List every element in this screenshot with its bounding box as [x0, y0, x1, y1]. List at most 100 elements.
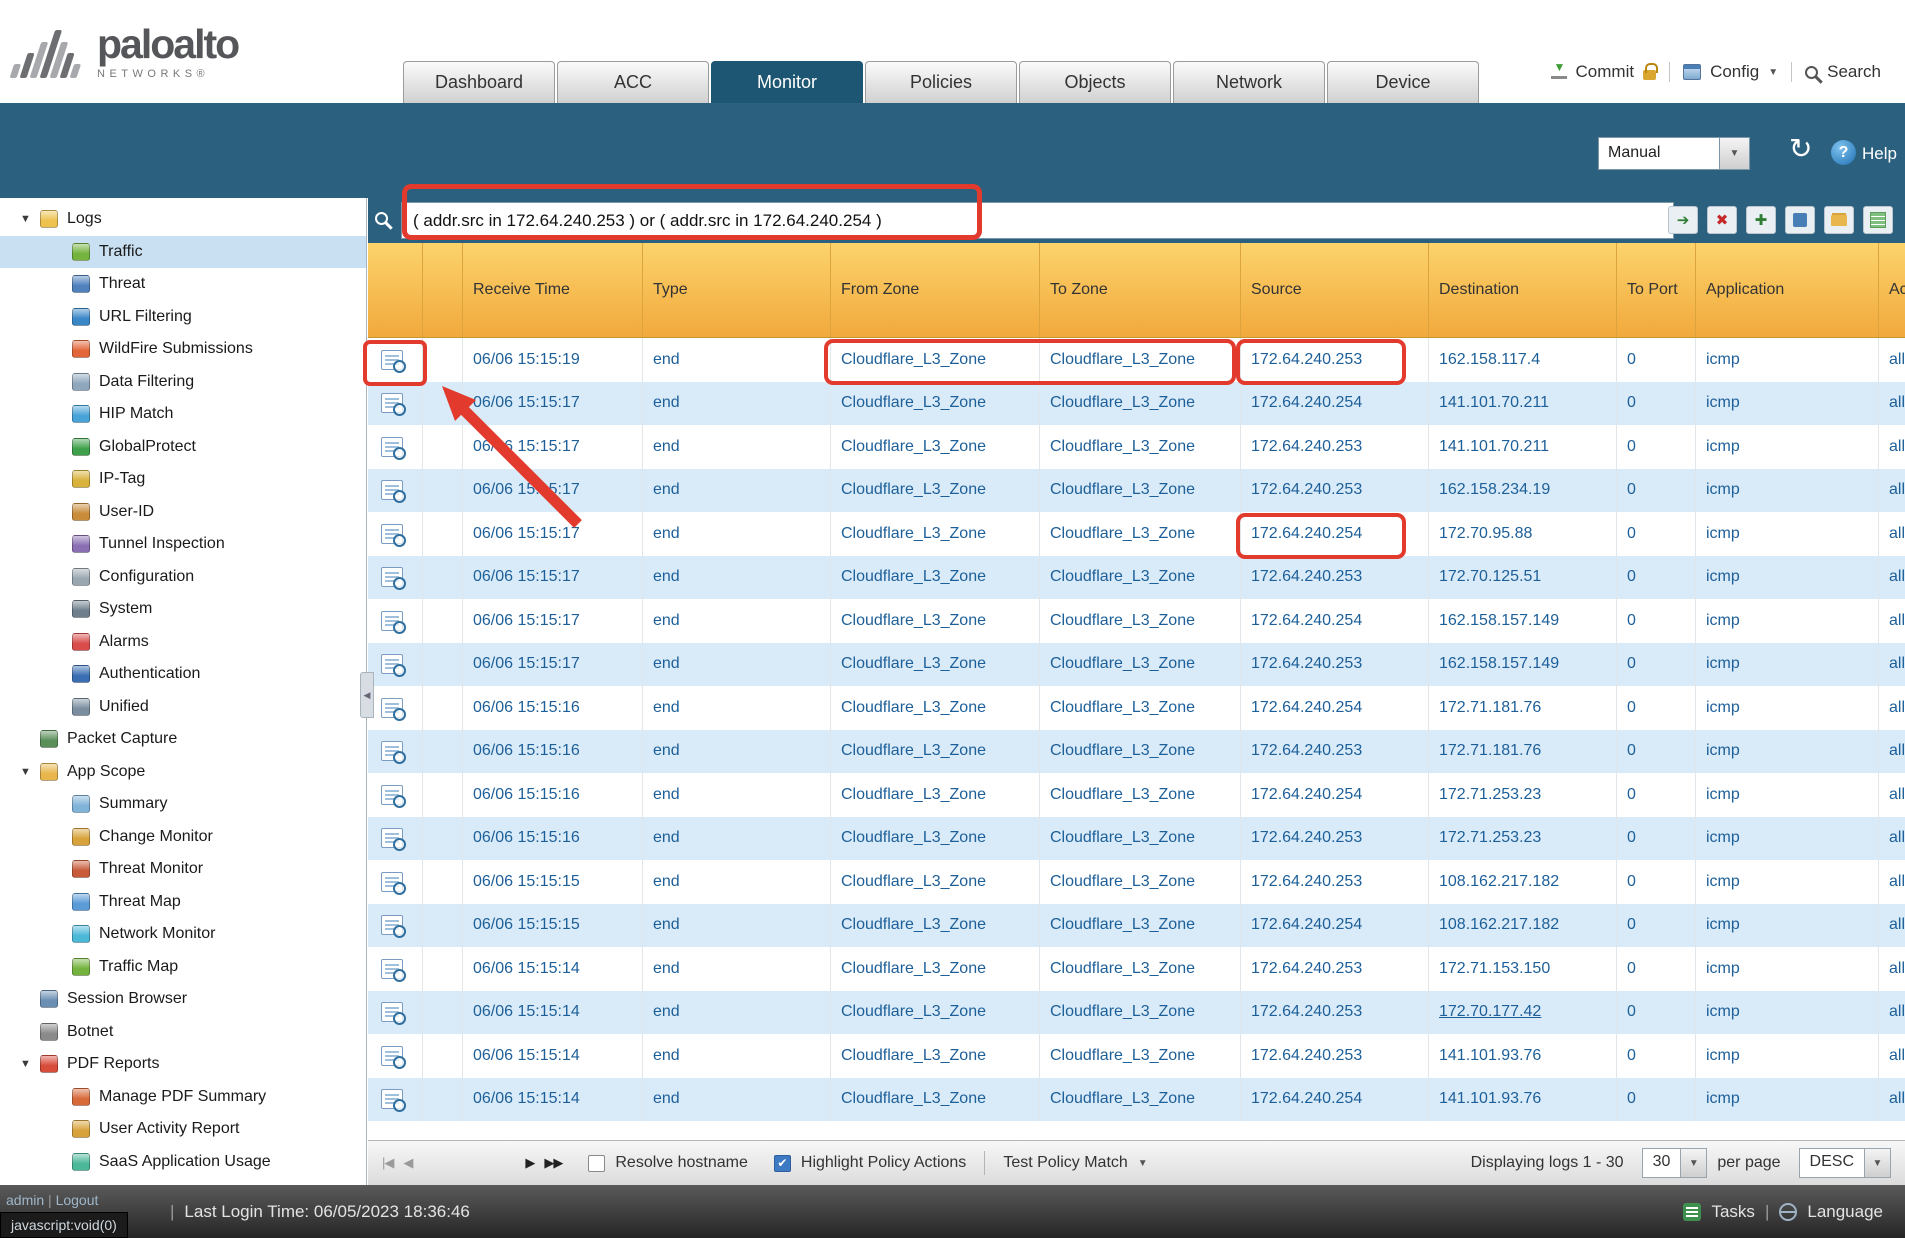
- log-detail-icon[interactable]: [381, 567, 403, 587]
- expand-arrow-icon[interactable]: ▼: [20, 766, 40, 778]
- sidebar-item[interactable]: Session Browser: [0, 983, 366, 1016]
- search-button[interactable]: Search: [1827, 62, 1881, 82]
- nav-tab[interactable]: Device: [1327, 61, 1479, 103]
- cell-destination[interactable]: 141.101.93.76: [1429, 1034, 1617, 1078]
- nav-tab[interactable]: Objects: [1019, 61, 1171, 103]
- column-header-type[interactable]: Type: [643, 243, 831, 337]
- export-icon[interactable]: [1863, 206, 1893, 234]
- sidebar-item[interactable]: Change Monitor: [0, 821, 366, 854]
- cell-destination[interactable]: 172.71.181.76: [1429, 730, 1617, 774]
- sidebar-item[interactable]: ▼ PDF Reports: [0, 1048, 366, 1081]
- sidebar-item[interactable]: SaaS Application Usage: [0, 1146, 366, 1179]
- sort-order-dropdown-button[interactable]: ▼: [1865, 1148, 1891, 1178]
- table-row[interactable]: 06/06 15:15:17 end Cloudflare_L3_Zone Cl…: [368, 382, 1905, 426]
- sidebar-item[interactable]: WildFire Submissions: [0, 333, 366, 366]
- add-filter-icon[interactable]: ✚: [1746, 206, 1776, 234]
- save-filter-icon[interactable]: [1785, 206, 1815, 234]
- table-row[interactable]: 06/06 15:15:14 end Cloudflare_L3_Zone Cl…: [368, 947, 1905, 991]
- log-detail-icon[interactable]: [381, 1089, 403, 1109]
- sidebar-item[interactable]: Network Monitor: [0, 918, 366, 951]
- table-row[interactable]: 06/06 15:15:14 end Cloudflare_L3_Zone Cl…: [368, 1078, 1905, 1122]
- clear-filter-icon[interactable]: ✖: [1707, 206, 1737, 234]
- log-detail-icon[interactable]: [381, 350, 403, 370]
- per-page-dropdown-button[interactable]: ▼: [1681, 1148, 1707, 1178]
- log-detail-icon[interactable]: [381, 872, 403, 892]
- sidebar-item[interactable]: Threat Monitor: [0, 853, 366, 886]
- table-row[interactable]: 06/06 15:15:14 end Cloudflare_L3_Zone Cl…: [368, 991, 1905, 1035]
- refresh-mode-select[interactable]: Manual ▼: [1598, 137, 1750, 170]
- table-row[interactable]: 06/06 15:15:16 end Cloudflare_L3_Zone Cl…: [368, 730, 1905, 774]
- table-row[interactable]: 06/06 15:15:17 end Cloudflare_L3_Zone Cl…: [368, 469, 1905, 513]
- cell-destination[interactable]: 162.158.157.149: [1429, 599, 1617, 643]
- column-header-destination[interactable]: Destination: [1429, 243, 1617, 337]
- nav-tab[interactable]: ACC: [557, 61, 709, 103]
- expand-arrow-icon[interactable]: ▼: [20, 1058, 40, 1070]
- sidebar-item[interactable]: User-ID: [0, 496, 366, 529]
- sidebar-item[interactable]: ▼ Logs: [0, 203, 366, 236]
- first-page-button[interactable]: |◀: [382, 1155, 393, 1171]
- log-detail-icon[interactable]: [381, 524, 403, 544]
- cell-destination[interactable]: 172.70.177.42: [1429, 991, 1617, 1035]
- cell-destination[interactable]: 162.158.157.149: [1429, 643, 1617, 687]
- sidebar-item[interactable]: URL Filtering: [0, 301, 366, 334]
- sidebar-item[interactable]: Tunnel Inspection: [0, 528, 366, 561]
- log-detail-icon[interactable]: [381, 1046, 403, 1066]
- table-row[interactable]: 06/06 15:15:15 end Cloudflare_L3_Zone Cl…: [368, 904, 1905, 948]
- table-row[interactable]: 06/06 15:15:16 end Cloudflare_L3_Zone Cl…: [368, 686, 1905, 730]
- sidebar-item[interactable]: Botnet: [0, 1016, 366, 1049]
- cell-destination[interactable]: 108.162.217.182: [1429, 904, 1617, 948]
- test-policy-match-button[interactable]: Test Policy Match: [1003, 1154, 1127, 1172]
- table-row[interactable]: 06/06 15:15:16 end Cloudflare_L3_Zone Cl…: [368, 773, 1905, 817]
- column-header-action[interactable]: Action: [1879, 243, 1905, 337]
- refresh-mode-dropdown-button[interactable]: ▼: [1720, 137, 1750, 170]
- per-page-select[interactable]: 30 ▼: [1642, 1148, 1708, 1178]
- sidebar-item[interactable]: Packet Capture: [0, 723, 366, 756]
- help-icon[interactable]: ?: [1831, 140, 1856, 165]
- tasks-button[interactable]: Tasks: [1711, 1202, 1754, 1222]
- cell-destination[interactable]: 172.71.253.23: [1429, 817, 1617, 861]
- sidebar-item[interactable]: Summary: [0, 788, 366, 821]
- nav-tab[interactable]: Dashboard: [403, 61, 555, 103]
- nav-tab[interactable]: Policies: [865, 61, 1017, 103]
- table-row[interactable]: 06/06 15:15:14 end Cloudflare_L3_Zone Cl…: [368, 1034, 1905, 1078]
- log-detail-icon[interactable]: [381, 654, 403, 674]
- highlight-policy-checkbox[interactable]: ✔: [774, 1155, 791, 1172]
- column-header-application[interactable]: Application: [1696, 243, 1879, 337]
- nav-tab[interactable]: Monitor: [711, 61, 863, 103]
- sidebar-item[interactable]: Threat Map: [0, 886, 366, 919]
- cell-destination[interactable]: 162.158.117.4: [1429, 338, 1617, 382]
- sidebar-item[interactable]: ▼ App Scope: [0, 756, 366, 789]
- sidebar-item[interactable]: Manage PDF Summary: [0, 1081, 366, 1114]
- sidebar-item[interactable]: Unified: [0, 691, 366, 724]
- lock-icon[interactable]: [1643, 70, 1656, 80]
- table-row[interactable]: 06/06 15:15:17 end Cloudflare_L3_Zone Cl…: [368, 425, 1905, 469]
- column-header-receive-time[interactable]: Receive Time: [463, 243, 643, 337]
- column-header-source[interactable]: Source: [1241, 243, 1429, 337]
- refresh-mode-value[interactable]: Manual: [1598, 137, 1720, 170]
- table-row[interactable]: 06/06 15:15:17 end Cloudflare_L3_Zone Cl…: [368, 599, 1905, 643]
- prev-page-button[interactable]: ◀: [403, 1155, 412, 1171]
- config-menu-button[interactable]: Config: [1710, 62, 1759, 82]
- log-detail-icon[interactable]: [381, 959, 403, 979]
- log-detail-icon[interactable]: [381, 698, 403, 718]
- chevron-down-icon[interactable]: ▼: [1138, 1158, 1148, 1169]
- sidebar-item[interactable]: Data Filtering: [0, 366, 366, 399]
- table-row[interactable]: 06/06 15:15:17 end Cloudflare_L3_Zone Cl…: [368, 512, 1905, 556]
- sidebar-item[interactable]: Traffic Map: [0, 951, 366, 984]
- cell-destination[interactable]: 172.71.153.150: [1429, 947, 1617, 991]
- cell-destination[interactable]: 141.101.70.211: [1429, 382, 1617, 426]
- sidebar-item[interactable]: User Activity Report: [0, 1113, 366, 1146]
- log-detail-icon[interactable]: [381, 828, 403, 848]
- log-detail-icon[interactable]: [381, 785, 403, 805]
- nav-tab[interactable]: Network: [1173, 61, 1325, 103]
- log-detail-icon[interactable]: [381, 611, 403, 631]
- language-button[interactable]: Language: [1807, 1202, 1883, 1222]
- sidebar-item[interactable]: Threat: [0, 268, 366, 301]
- per-page-value[interactable]: 30: [1642, 1148, 1682, 1178]
- log-detail-icon[interactable]: [381, 437, 403, 457]
- table-row[interactable]: 06/06 15:15:16 end Cloudflare_L3_Zone Cl…: [368, 817, 1905, 861]
- sidebar-item[interactable]: Traffic: [0, 236, 366, 269]
- sidebar-collapse-handle[interactable]: ◀: [360, 672, 374, 718]
- load-filter-icon[interactable]: [1824, 206, 1854, 234]
- cell-destination[interactable]: 172.70.95.88: [1429, 512, 1617, 556]
